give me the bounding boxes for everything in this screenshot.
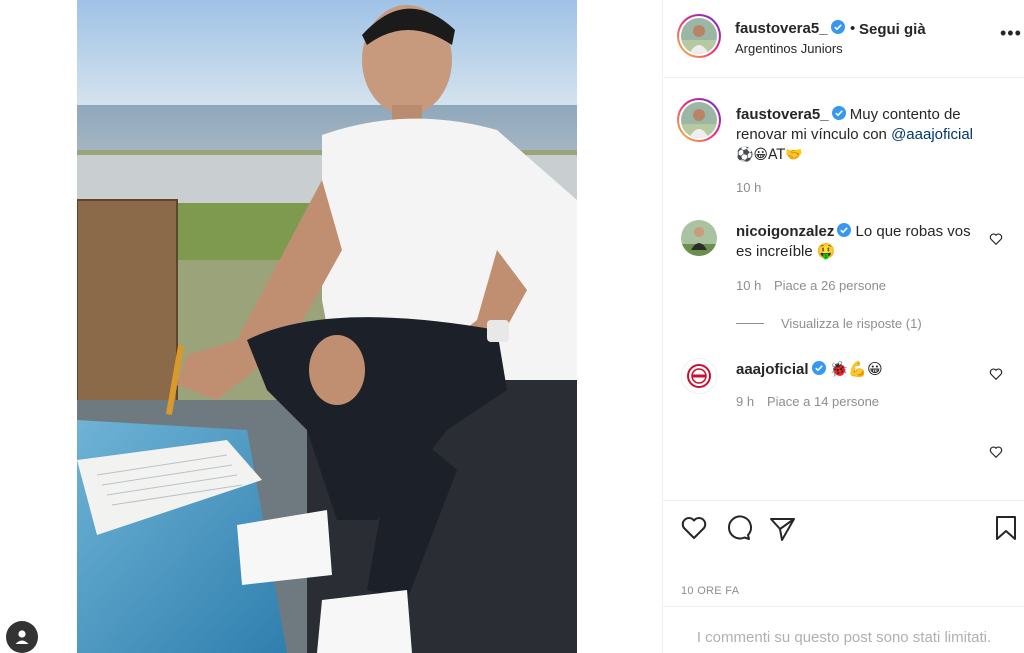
comment-text: 🐞💪😀 [829, 360, 883, 378]
author-avatar[interactable] [677, 14, 721, 58]
comment: nicoigonzalez Lo que robas vos es increí… [736, 222, 981, 262]
verified-badge-icon [837, 223, 852, 237]
action-bar [663, 500, 1024, 555]
caption-avatar[interactable] [677, 98, 721, 142]
verified-badge-icon [811, 361, 826, 375]
caption: faustovera5_ Muy contento de renovar mi … [736, 105, 1006, 165]
replies-line [736, 323, 764, 324]
profile-icon [15, 630, 29, 644]
comment: aaajoficial 🐞💪😀 [736, 359, 981, 380]
comment-avatar-image [681, 220, 717, 256]
post-side-panel: faustovera5_ • Segui già Argentinos Juni… [662, 0, 1024, 653]
location-link[interactable]: Argentinos Juniors [735, 41, 843, 56]
author-username[interactable]: faustovera5_ [735, 20, 845, 37]
comment-author[interactable]: aaajoficial [736, 361, 809, 378]
comment-author[interactable]: nicoigonzalez [736, 223, 834, 240]
caption-mention[interactable]: @aaajoficial [891, 126, 973, 143]
comment-avatar[interactable] [681, 358, 717, 394]
save-icon[interactable] [991, 513, 1021, 543]
caption-avatar-image [681, 102, 717, 138]
heart-small-icon[interactable] [989, 367, 1003, 381]
author-username-text[interactable]: faustovera5_ [735, 20, 828, 37]
comment-time[interactable]: 9 h [736, 394, 754, 409]
comments-limited-notice: I commenti su questo post sono stati lim… [663, 606, 1024, 653]
photo-area [0, 0, 662, 653]
comments-list: faustovera5_ Muy contento de renovar mi … [663, 78, 1024, 500]
club-crest-icon [682, 359, 716, 393]
comment-likes[interactable]: Piace a 14 persone [767, 394, 879, 409]
more-options-icon[interactable]: ••• [1000, 24, 1022, 42]
post-photo-illustration [77, 0, 577, 653]
caption-author[interactable]: faustovera5_ [736, 106, 829, 123]
heart-small-icon[interactable] [989, 445, 1003, 459]
post-time-ago[interactable]: 10 ORE FA [681, 585, 739, 597]
like-icon[interactable] [679, 513, 709, 543]
author-avatar-image [681, 18, 717, 54]
comment-time[interactable]: 10 h [736, 278, 761, 293]
verified-badge-icon [830, 20, 845, 34]
profile-button[interactable] [6, 621, 38, 653]
share-icon[interactable] [767, 513, 797, 543]
verified-badge-icon [831, 106, 846, 120]
follow-button[interactable]: Segui già [859, 21, 926, 38]
post-header: faustovera5_ • Segui già Argentinos Juni… [663, 0, 1024, 78]
post-photo[interactable] [77, 0, 577, 653]
comment-icon[interactable] [723, 513, 753, 543]
view-replies-button[interactable]: Visualizza le risposte (1) [781, 316, 922, 331]
caption-emojis: ⚽😀AT🤝 [736, 147, 803, 163]
heart-small-icon[interactable] [989, 232, 1003, 246]
comment-avatar[interactable] [681, 220, 717, 256]
header-separator: • [850, 20, 856, 37]
caption-time[interactable]: 10 h [736, 180, 761, 195]
instagram-post-page: faustovera5_ • Segui già Argentinos Juni… [0, 0, 1024, 653]
comment-likes[interactable]: Piace a 26 persone [774, 278, 886, 293]
